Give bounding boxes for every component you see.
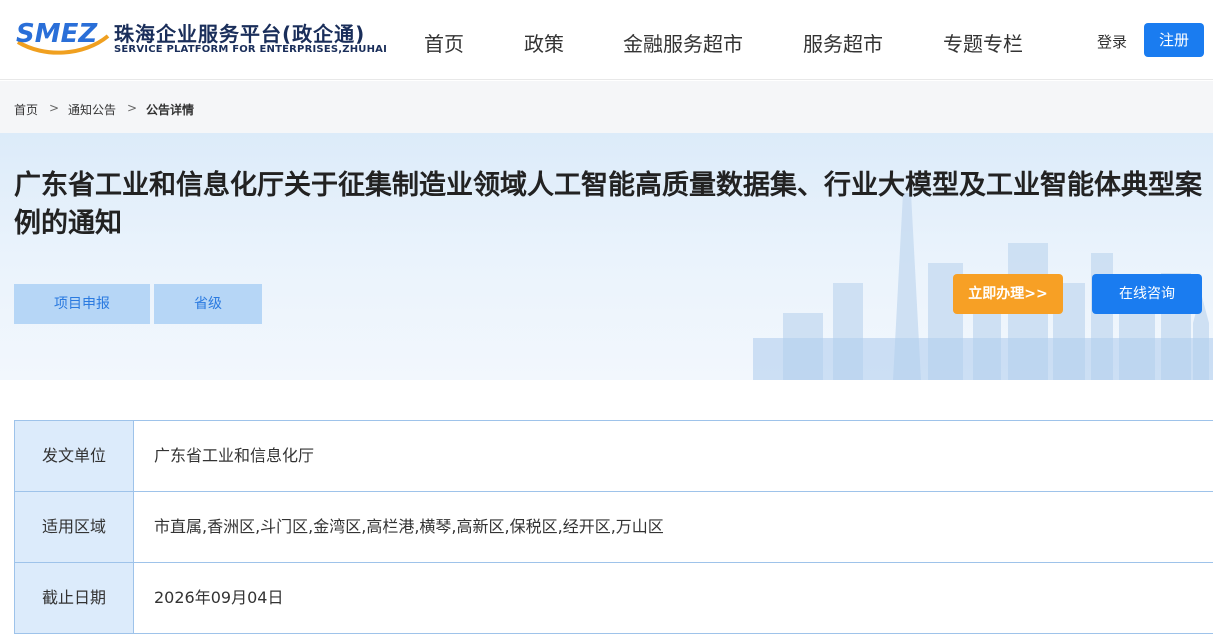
breadcrumb-separator: > xyxy=(49,101,60,115)
info-row-issuer: 发文单位 广东省工业和信息化厅 xyxy=(14,421,1213,492)
nav-item-service-market[interactable]: 服务超市 xyxy=(803,28,883,57)
smez-logo-icon: SMEZ xyxy=(16,19,110,55)
info-row-deadline: 截止日期 2026年09月04日 xyxy=(14,563,1213,634)
info-value: 2026年09月04日 xyxy=(154,588,284,607)
site-logo[interactable]: SMEZ 珠海企业服务平台(政企通) SERVICE PLATFORM FOR … xyxy=(14,12,387,60)
nav-item-finance-market[interactable]: 金融服务超市 xyxy=(623,28,743,57)
online-consult-button[interactable]: 在线咨询 xyxy=(1092,274,1202,314)
site-subtitle: SERVICE PLATFORM FOR ENTERPRISES,ZHUHAI xyxy=(114,44,388,55)
breadcrumb-separator: > xyxy=(127,101,138,115)
breadcrumb-notices[interactable]: 通知公告 xyxy=(68,101,116,118)
site-title: 珠海企业服务平台(政企通) xyxy=(114,22,366,46)
tag-project-application: 项目申报 xyxy=(14,284,150,324)
nav-item-home[interactable]: 首页 xyxy=(424,28,464,57)
tag-level-provincial: 省级 xyxy=(154,284,262,324)
breadcrumb-current: 公告详情 xyxy=(146,103,195,117)
notice-title: 广东省工业和信息化厅关于征集制造业领域人工智能高质量数据集、行业大模型及工业智能… xyxy=(14,170,1202,239)
notice-info-table: 发文单位 广东省工业和信息化厅 适用区域 市直属,香洲区,斗门区,金湾区,高栏港… xyxy=(14,420,1213,634)
login-link[interactable]: 登录 xyxy=(1097,31,1127,52)
top-header: SMEZ 珠海企业服务平台(政企通) SERVICE PLATFORM FOR … xyxy=(0,0,1213,80)
info-value: 广东省工业和信息化厅 xyxy=(154,446,315,465)
nav-item-special-topics[interactable]: 专题专栏 xyxy=(943,28,1023,57)
info-value: 市直属,香洲区,斗门区,金湾区,高栏港,横琴,高新区,保税区,经开区,万山区 xyxy=(154,517,664,536)
info-label: 适用区域 xyxy=(15,492,134,562)
apply-now-button[interactable]: 立即办理>> xyxy=(953,274,1063,314)
svg-text:SMEZ: SMEZ xyxy=(16,19,98,49)
info-label: 发文单位 xyxy=(15,421,134,491)
breadcrumb-home[interactable]: 首页 xyxy=(14,101,38,118)
info-row-region: 适用区域 市直属,香洲区,斗门区,金湾区,高栏港,横琴,高新区,保税区,经开区,… xyxy=(14,492,1213,563)
nav-item-policy[interactable]: 政策 xyxy=(524,28,564,57)
breadcrumb: 首页 > 通知公告 > 公告详情 xyxy=(0,81,1213,133)
register-button[interactable]: 注册 xyxy=(1144,23,1204,57)
info-label: 截止日期 xyxy=(15,563,134,633)
